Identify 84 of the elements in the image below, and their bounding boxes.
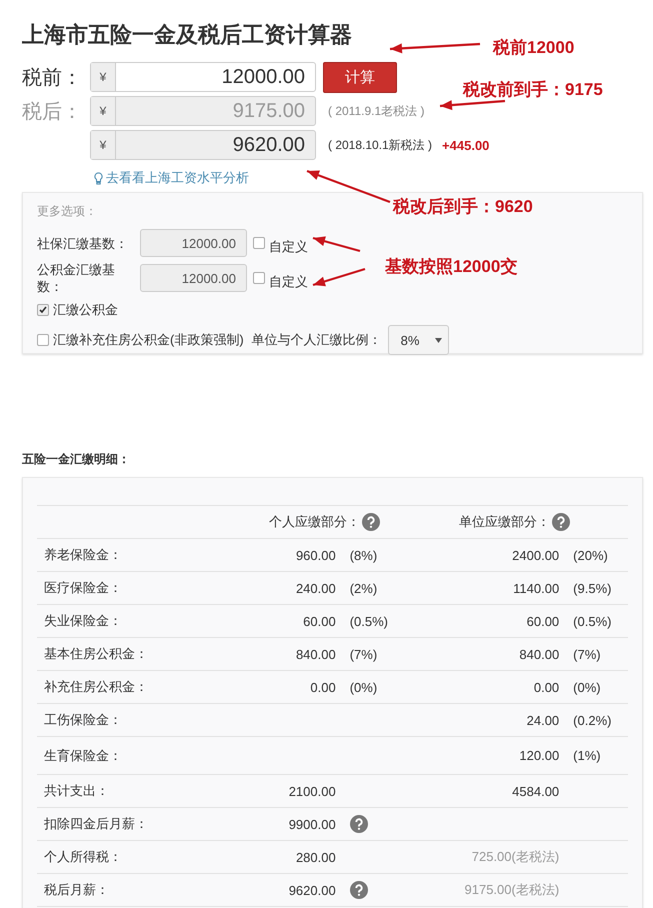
tax-law-note: ( 2011.9.1老税法 ) [328, 102, 424, 120]
table-cell: 24.00 [526, 712, 560, 728]
column-header: 单位应缴部分： [459, 513, 550, 531]
table-cell: (1%) [573, 748, 601, 763]
table-cell: 0.00 [310, 680, 336, 694]
table-cell: (0.2%) [573, 712, 612, 728]
table-cell: (20%) [573, 548, 608, 562]
table-cell: 60.00 [526, 614, 560, 628]
page-title: 上海市五险一金及税后工资计算器 [22, 21, 352, 49]
table-cell: 120.00 [519, 748, 560, 763]
annotation-text: 基数按照12000交 [385, 256, 518, 278]
row-label: 税后月薪： [44, 881, 110, 899]
after-tax-field: ¥ 9620.00 [90, 130, 316, 160]
table-cell: 9900.00 [288, 816, 336, 832]
calculate-button[interactable]: 计算 [323, 62, 397, 92]
after-tax-field: ¥ 9175.00 [90, 96, 316, 126]
tax-law-note: ( 2018.10.1新税法 ) [328, 136, 432, 154]
row-label: 补充住房公积金： [44, 678, 149, 696]
row-label: 失业保险金： [44, 612, 123, 630]
pre-tax-field[interactable]: ¥ 12000.00 [90, 62, 316, 92]
help-icon[interactable] [350, 881, 368, 899]
checkbox[interactable] [37, 334, 49, 346]
base-label: 公积金汇缴基数： [37, 261, 116, 295]
annotation-arrow [312, 268, 366, 286]
table-cell: 2100.00 [288, 784, 336, 798]
table-cell: 60.00 [303, 614, 336, 628]
table-cell: 840.00 [519, 646, 560, 662]
table-cell: 960.00 [296, 548, 336, 562]
row-label: 养老保险金： [44, 546, 123, 564]
base-field: 12000.00 [140, 264, 247, 292]
section-title: 五险一金汇缴明细： [22, 451, 131, 468]
table-cell: (0%) [573, 680, 601, 694]
table-cell: 4584.00 [512, 784, 560, 798]
table-cell: (2%) [350, 580, 378, 596]
table-cell: (9.5%) [573, 580, 612, 596]
difference-amount: +445.00 [442, 138, 490, 152]
row-label: 生育保险金： [44, 746, 123, 764]
table-cell: 725.00(老税法) [472, 848, 560, 866]
table-cell: 240.00 [296, 580, 336, 596]
table-cell: (7%) [350, 646, 378, 662]
after-tax-label: 税后： [22, 100, 83, 124]
help-icon[interactable] [552, 513, 570, 531]
row-label: 基本住房公积金： [44, 645, 149, 663]
checkbox[interactable] [37, 304, 49, 316]
salary-analysis-link[interactable]: 去看看上海工资水平分析 [106, 169, 249, 187]
row-label: 共计支出： [44, 782, 110, 800]
row-label: 个人所得税： [44, 848, 123, 866]
table-cell: (0.5%) [350, 614, 388, 628]
annotation-text: 税改后到手：9620 [393, 196, 533, 218]
row-label: 扣除四金后月薪： [44, 815, 149, 833]
pre-tax-label: 税前： [22, 66, 83, 90]
help-icon[interactable] [362, 513, 380, 531]
lightbulb-icon [94, 172, 103, 184]
table-cell: (7%) [573, 646, 601, 662]
table-cell: 9620.00 [288, 882, 336, 898]
table-cell: 840.00 [296, 646, 336, 662]
ratio-select[interactable]: 8% [388, 325, 449, 355]
ratio-label: 单位与个人汇缴比例： [252, 331, 382, 349]
supplement-label: 汇缴补充住房公积金(非政策强制) [53, 331, 244, 349]
base-field: 12000.00 [140, 229, 247, 257]
annotation-text: 税改前到手：9175 [463, 79, 603, 101]
checkbox[interactable] [253, 237, 265, 249]
table-cell: 1140.00 [513, 580, 560, 596]
table-cell: 280.00 [296, 850, 336, 864]
custom-label: 自定义 [269, 238, 308, 256]
fund-label: 汇缴公积金 [53, 301, 118, 319]
table-cell: 9175.00(老税法) [464, 881, 560, 899]
table-cell: (0%) [350, 680, 378, 694]
row-label: 工伤保险金： [44, 711, 123, 729]
caret-icon [434, 338, 442, 342]
custom-label: 自定义 [269, 273, 308, 291]
table-cell: 2400.00 [512, 548, 560, 562]
annotation-arrow [312, 236, 360, 252]
checkbox[interactable] [253, 272, 265, 284]
annotation-arrow [440, 100, 506, 110]
column-header: 个人应缴部分： [268, 513, 360, 531]
options-title: 更多选项： [37, 203, 97, 220]
table-cell: (0.5%) [573, 614, 612, 628]
help-icon[interactable] [350, 815, 368, 833]
annotation-text: 税前12000 [493, 37, 574, 59]
table-cell: 0.00 [534, 680, 560, 694]
row-label: 医疗保险金： [44, 579, 123, 597]
base-label: 社保汇缴基数： [37, 234, 129, 252]
table-cell: (8%) [350, 548, 378, 562]
